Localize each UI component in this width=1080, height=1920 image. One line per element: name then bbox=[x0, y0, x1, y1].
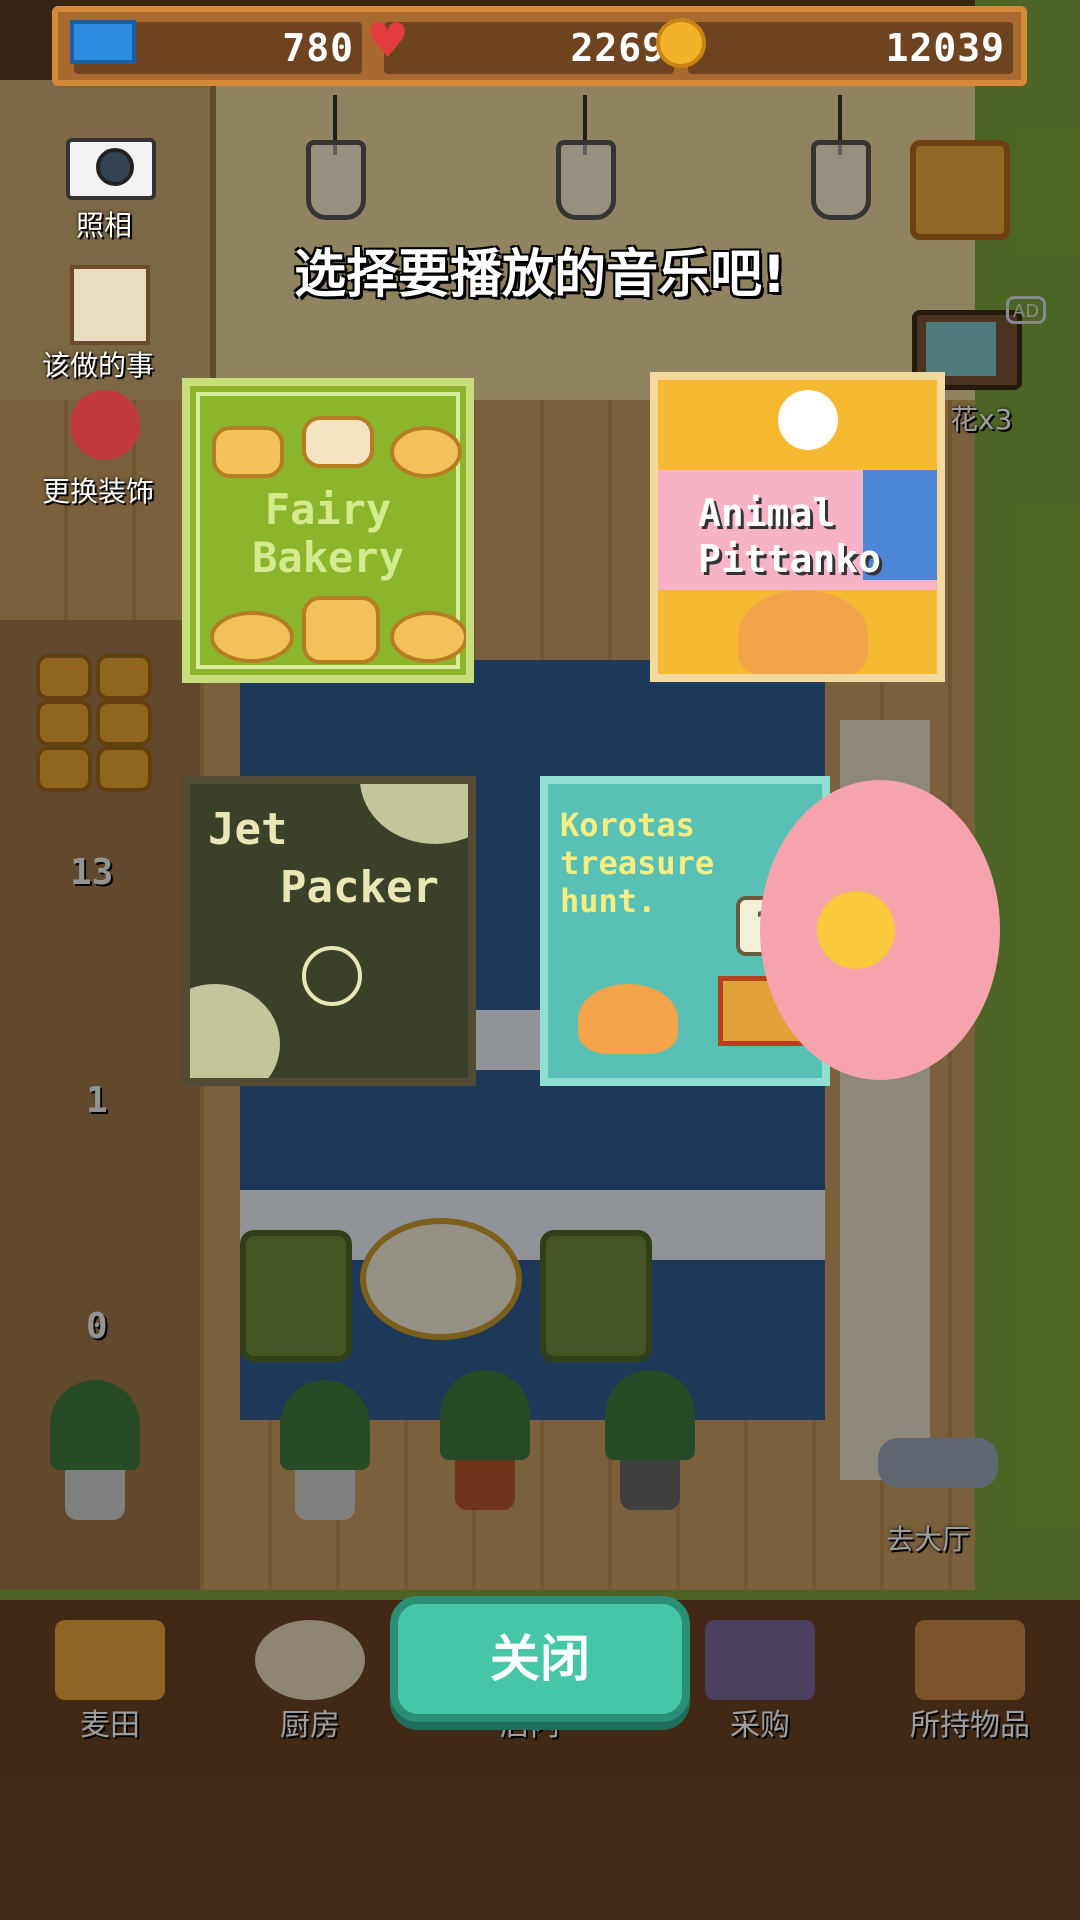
heart-icon: ♥ bbox=[366, 13, 410, 69]
heart-value: 2269 bbox=[570, 26, 666, 70]
coin-icon bbox=[656, 18, 706, 68]
album-title-line: Packer bbox=[280, 862, 439, 913]
melon-bread-icon bbox=[210, 611, 294, 663]
ticket-icon bbox=[70, 20, 136, 64]
astronaut-icon bbox=[302, 946, 362, 1006]
coin-value: 12039 bbox=[885, 26, 1005, 70]
pie-icon bbox=[390, 611, 466, 663]
album-title-line: treasure bbox=[560, 844, 715, 882]
close-button[interactable]: 关闭 bbox=[390, 1596, 690, 1722]
heart-counter: 2269 bbox=[384, 22, 674, 74]
bird-icon bbox=[778, 390, 838, 450]
album-fairy-bakery[interactable]: Fairy Bakery bbox=[182, 378, 474, 683]
album-title: Korotas treasure hunt. bbox=[560, 806, 714, 920]
coin-counter: 12039 bbox=[688, 22, 1013, 74]
decorate-icon[interactable] bbox=[70, 390, 140, 460]
moon-icon bbox=[360, 784, 468, 844]
camera-lens bbox=[96, 148, 134, 186]
album-title: Fairy Bakery bbox=[190, 486, 466, 582]
album-title-line: hunt. bbox=[560, 882, 657, 920]
todo-label[interactable]: 该做的事 bbox=[42, 344, 154, 384]
shiba-dog-icon bbox=[578, 984, 678, 1054]
sandwich-icon bbox=[302, 416, 374, 468]
album-title-line: Fairy bbox=[264, 485, 392, 534]
album-title-line: Korotas bbox=[560, 806, 695, 844]
baguette-icon bbox=[302, 596, 380, 664]
album-title-line: Jet bbox=[208, 804, 288, 855]
decorate-label[interactable]: 更换装饰 bbox=[42, 470, 154, 510]
ticket-value: 780 bbox=[282, 26, 354, 70]
bread-icon bbox=[212, 426, 284, 478]
currency-bar: 780 2269 12039 bbox=[52, 6, 1027, 86]
shiba-dog-icon bbox=[738, 590, 868, 674]
album-title-line: Pittanko bbox=[698, 537, 882, 581]
album-title-line: Bakery bbox=[252, 533, 404, 582]
bun-icon bbox=[390, 426, 462, 478]
album-jet-packer[interactable]: Jet Packer bbox=[182, 776, 476, 1086]
album-title: Animal Pittanko bbox=[698, 490, 881, 582]
album-animal-pittanko[interactable]: Animal Pittanko bbox=[650, 372, 945, 682]
album-title-line: Animal bbox=[698, 491, 836, 535]
vinyl-record-icon bbox=[760, 780, 1000, 1080]
planet-icon bbox=[190, 984, 280, 1078]
music-prompt: 选择要播放的音乐吧! bbox=[294, 245, 786, 305]
